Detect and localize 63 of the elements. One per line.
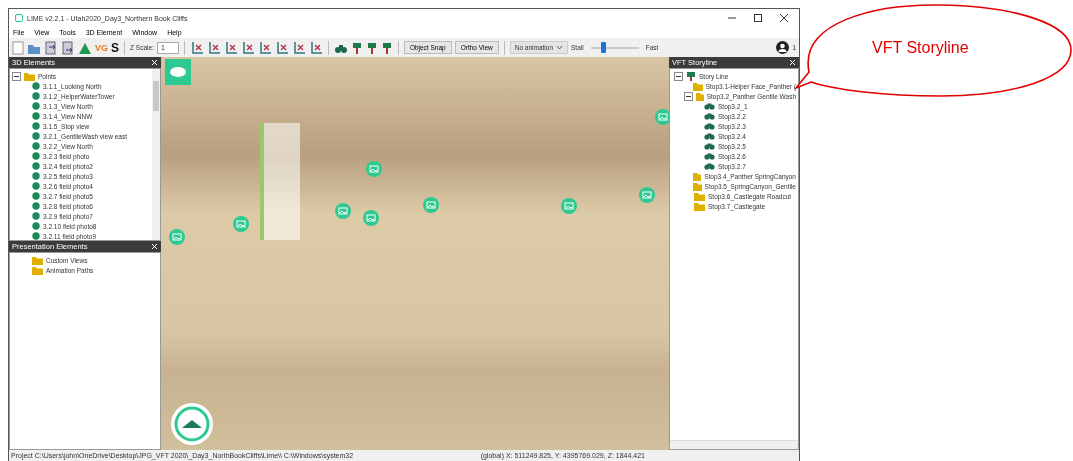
eye-icon [169,66,187,78]
slider-thumb[interactable] [600,41,606,53]
point-icon [32,152,40,160]
scrollbar[interactable] [152,69,160,240]
binoculars-icon [704,102,715,110]
photo-marker-icon[interactable] [561,198,577,214]
folder-icon [32,265,43,275]
binoculars-icon [704,112,715,120]
axis-view-icon[interactable] [257,40,272,55]
tree-icon[interactable] [365,40,378,55]
binoculars-icon [704,122,715,130]
app-icon [15,14,23,22]
binoculars-icon [704,142,715,150]
point-icon [32,142,40,150]
point-icon [32,222,40,230]
folder-icon [694,191,705,201]
point-icon [32,212,40,220]
photo-marker-icon[interactable] [423,197,439,213]
photo-marker-icon[interactable] [363,210,379,226]
axis-view-icon[interactable] [206,40,221,55]
axis-view-icon[interactable] [308,40,323,55]
scrollbar[interactable] [670,440,798,449]
callout-label: VFT Storyline [872,39,969,57]
axis-view-icon[interactable] [189,40,204,55]
axis-view-icon[interactable] [240,40,255,55]
maximize-icon[interactable] [753,13,763,23]
point-icon [32,102,40,110]
folder-icon [24,71,35,81]
axis-view-icon[interactable] [223,40,238,55]
tree-icon[interactable] [350,40,363,55]
point-icon [32,172,40,180]
chevron-down-icon [556,45,563,50]
tree-icon[interactable] [380,40,393,55]
axis-view-icon[interactable] [291,40,306,55]
user-icon[interactable] [776,41,790,54]
point-icon [32,202,40,210]
point-icon [32,92,40,100]
collapse-toggle[interactable] [684,91,693,101]
point-icon [32,82,40,90]
point-icon [32,112,40,120]
folder-icon [32,255,43,265]
photo-marker-icon[interactable] [366,161,382,177]
point-icon [32,122,40,130]
point-icon [32,132,40,140]
binoculars-icon [704,132,715,140]
tree-icon [686,71,696,81]
collapse-toggle[interactable] [12,71,21,81]
collapse-toggle[interactable] [674,71,683,81]
point-icon [32,232,40,240]
axis-view-icon[interactable] [274,40,289,55]
folder-icon [694,201,705,211]
binoculars-icon [704,162,715,170]
toolbar-glyph[interactable]: S [111,41,120,54]
binoculars-icon [704,152,715,160]
photo-marker-icon[interactable] [169,229,185,245]
photo-marker-icon[interactable] [335,203,351,219]
photo-marker-icon[interactable] [233,216,249,232]
point-icon [32,192,40,200]
point-icon [32,162,40,170]
close-icon[interactable] [779,13,789,23]
point-icon [32,182,40,190]
photo-marker-icon[interactable] [639,187,655,203]
compass-icon[interactable] [170,402,214,446]
